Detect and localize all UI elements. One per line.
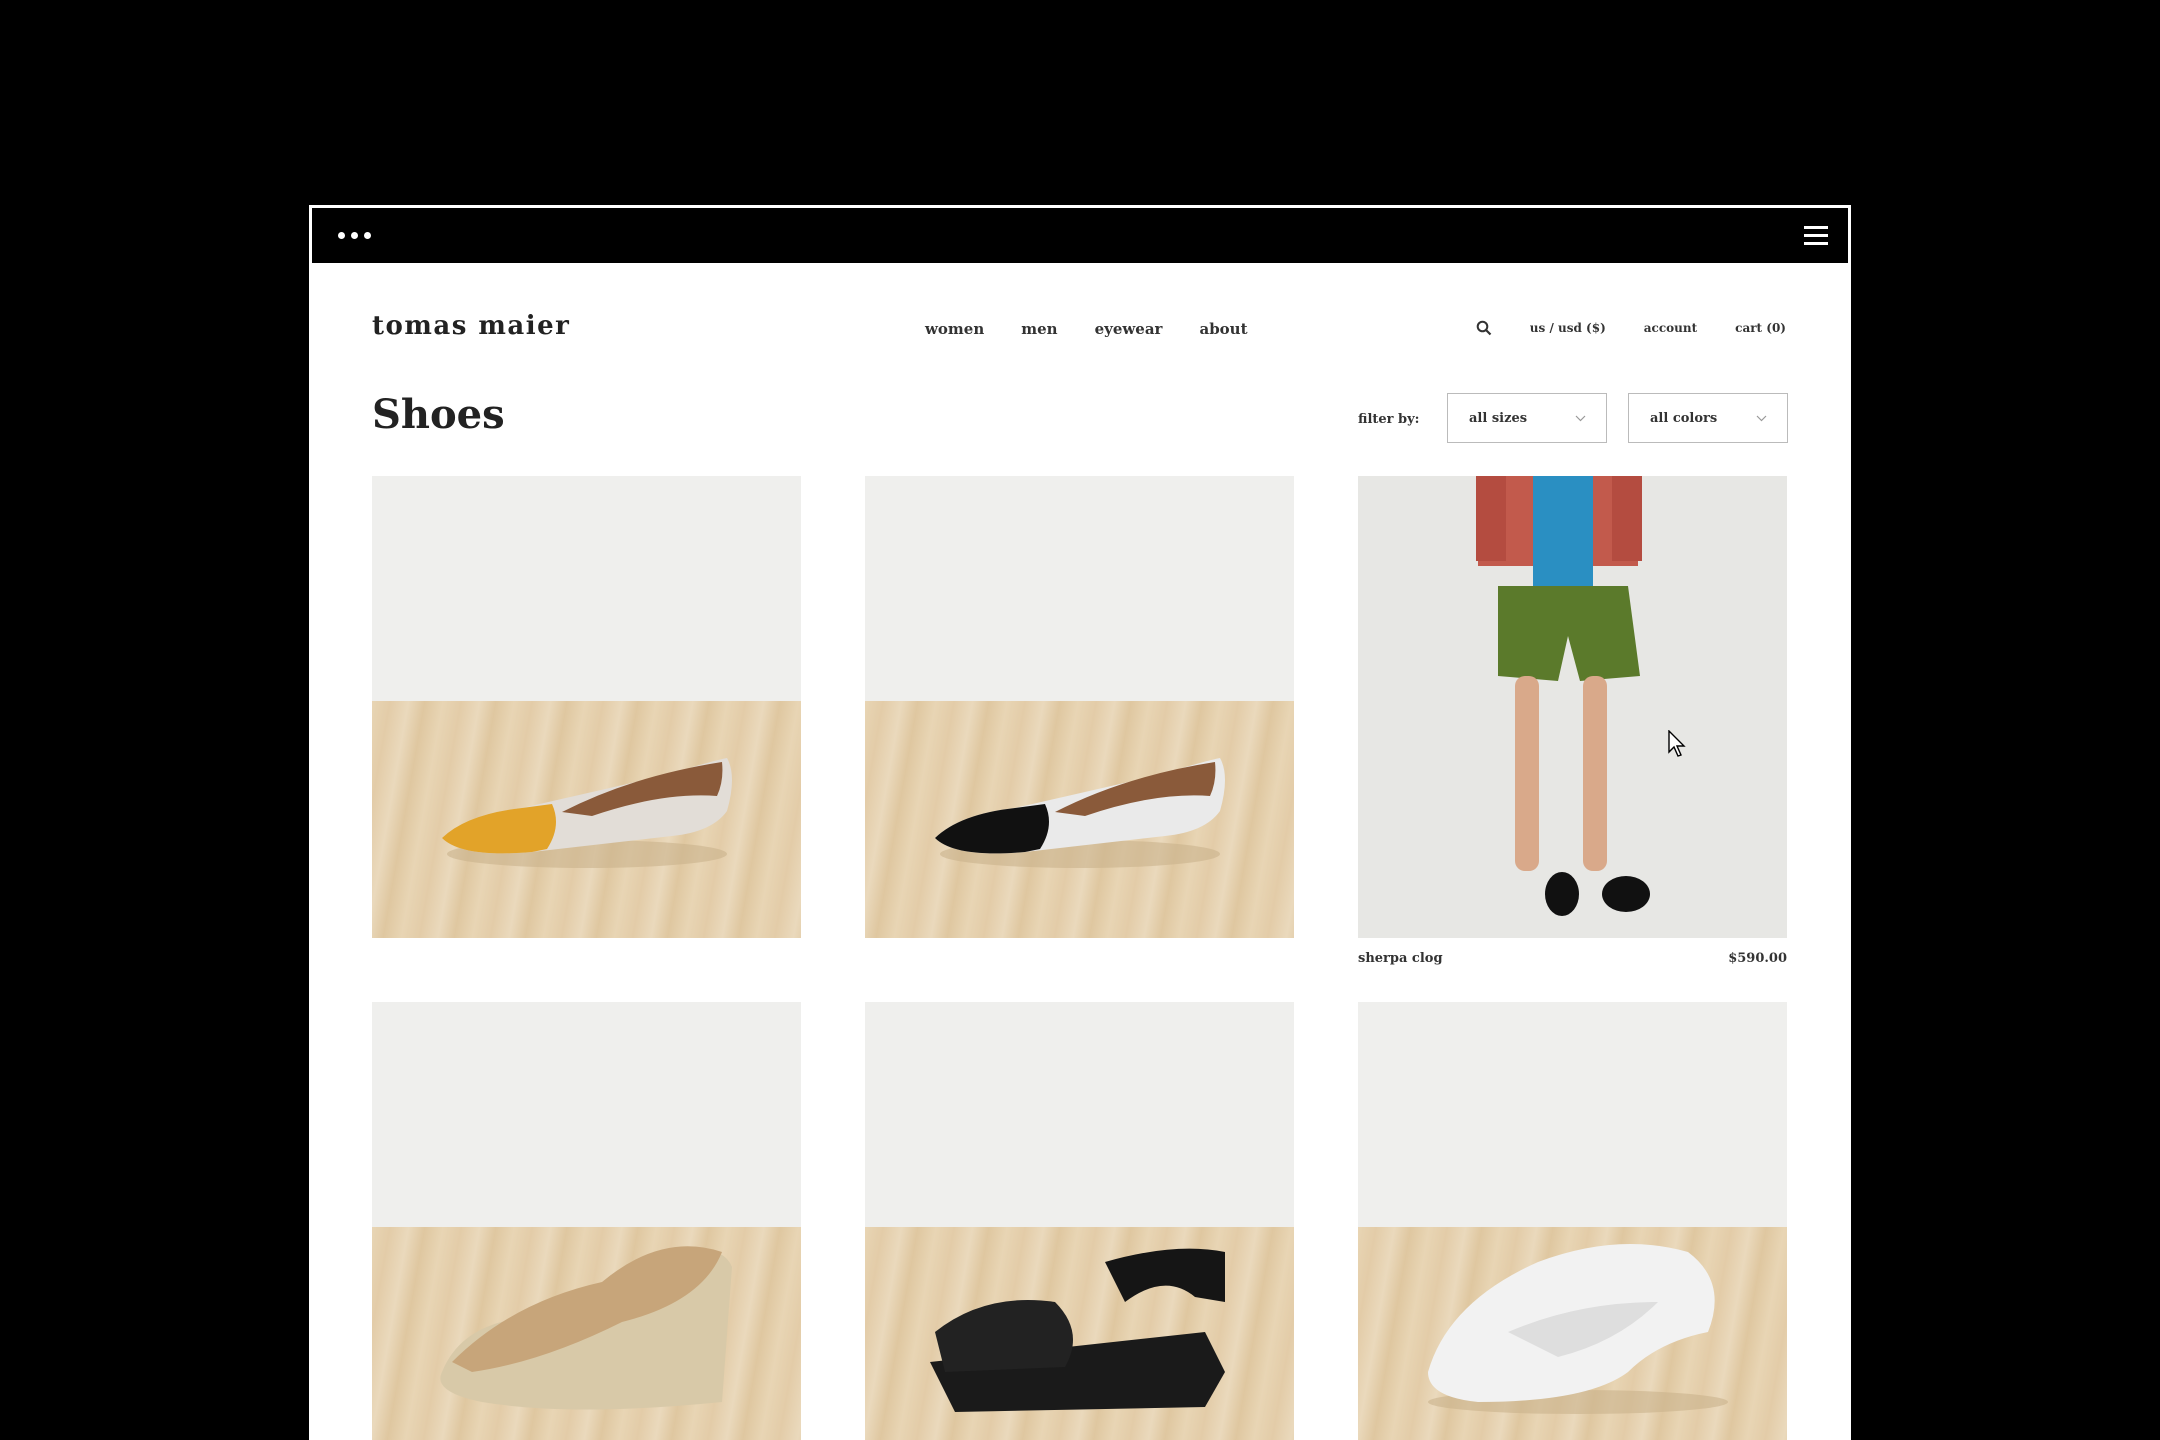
product-image[interactable] <box>865 476 1294 938</box>
product-card[interactable] <box>372 476 801 938</box>
cart-link[interactable]: cart (0) <box>1735 321 1786 335</box>
chevron-down-icon <box>1575 415 1586 421</box>
utility-nav: us / usd ($) account cart (0) <box>1476 318 1786 338</box>
page-content: tomas maier women men eyewear about us /… <box>312 263 1848 1440</box>
hamburger-menu-icon[interactable] <box>1804 226 1828 246</box>
product-image[interactable] <box>1358 1002 1787 1440</box>
product-card[interactable] <box>865 476 1294 938</box>
brand-logo[interactable]: tomas maier <box>372 311 570 341</box>
product-card[interactable] <box>372 1002 801 1440</box>
product-image[interactable] <box>1358 476 1787 938</box>
product-image[interactable] <box>372 1002 801 1440</box>
product-image[interactable] <box>372 476 801 938</box>
filter-label: filter by: <box>1358 412 1420 427</box>
product-image[interactable] <box>865 1002 1294 1440</box>
browser-top-bar <box>312 208 1848 263</box>
product-caption: sherpa clog $590.00 <box>1358 951 1787 966</box>
nav-item-men[interactable]: men <box>1021 320 1057 338</box>
page-title: Shoes <box>372 391 505 438</box>
nav-item-women[interactable]: women <box>925 320 984 338</box>
nav-item-about[interactable]: about <box>1199 320 1247 338</box>
main-nav: women men eyewear about <box>925 320 1248 338</box>
product-price: $590.00 <box>1728 951 1787 966</box>
account-link[interactable]: account <box>1644 321 1697 335</box>
search-icon[interactable] <box>1476 320 1496 340</box>
product-name[interactable]: sherpa clog <box>1358 951 1443 966</box>
browser-window: tomas maier women men eyewear about us /… <box>309 205 1851 1440</box>
more-options-icon[interactable] <box>338 232 371 239</box>
color-filter-value: all colors <box>1650 410 1718 426</box>
product-card[interactable]: sherpa clog $590.00 <box>1358 476 1787 966</box>
currency-selector[interactable]: us / usd ($) <box>1530 321 1606 335</box>
color-filter-select[interactable]: all colors <box>1628 393 1788 443</box>
chevron-down-icon <box>1756 415 1767 421</box>
product-card[interactable] <box>1358 1002 1787 1440</box>
mouse-cursor-icon <box>1668 730 1686 757</box>
nav-item-eyewear[interactable]: eyewear <box>1095 320 1163 338</box>
product-card[interactable] <box>865 1002 1294 1440</box>
size-filter-value: all sizes <box>1469 410 1528 426</box>
size-filter-select[interactable]: all sizes <box>1447 393 1607 443</box>
